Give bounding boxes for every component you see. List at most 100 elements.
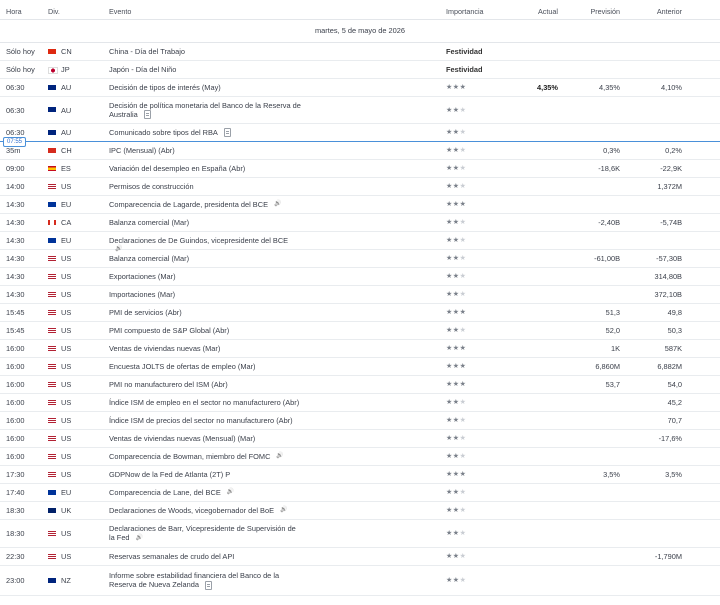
event-name[interactable]: PMI de servicios (Abr) <box>109 308 301 317</box>
header-div[interactable]: Div. <box>48 7 60 16</box>
event-name[interactable]: Decisión de política monetaria del Banco… <box>109 101 301 120</box>
header-hora[interactable]: Hora <box>6 7 22 16</box>
event-name[interactable]: Comparecencia de Bowman, miembro del FOM… <box>109 452 301 462</box>
table-row[interactable]: Sólo hoy JP Japón - Día del Niño Festividad <box>0 60 720 79</box>
previous-value: 4,10% <box>661 83 682 92</box>
table-row[interactable]: 16:00 US Ventas de viviendas nuevas (Mensu… <box>0 429 720 448</box>
event-name[interactable]: PMI no manufacturero del ISM (Abr) <box>109 380 301 389</box>
table-row[interactable]: Sólo hoy CN China - Día del Trabajo Festivi… <box>0 42 720 61</box>
event-name[interactable]: Balanza comercial (Mar) <box>109 218 301 227</box>
table-row[interactable]: 16:00 US Ventas de viviendas nuevas (Mar) ★… <box>0 339 720 358</box>
header-importancia[interactable]: Importancia <box>446 7 484 16</box>
table-row[interactable]: 23:00 NZ Informe sobre estabilidad financi… <box>0 565 720 596</box>
flag-eu-icon <box>48 489 56 495</box>
star-icon: ★ <box>459 84 467 91</box>
header-anterior[interactable]: Anterior <box>657 7 682 16</box>
table-row[interactable]: 14:00 US Permisos de construcción ★★★ 1,372M <box>0 177 720 196</box>
currency-code: US <box>61 290 72 299</box>
table-row[interactable]: 18:30 US Declaraciones de Barr, Vicepresid… <box>0 519 720 548</box>
previous-value: 0,2% <box>665 146 682 155</box>
importance-stars: ★★★ <box>446 380 466 388</box>
event-name[interactable]: Exportaciones (Mar) <box>109 272 301 281</box>
table-row[interactable]: 14:30 US Exportaciones (Mar) ★★★ 314,80B <box>0 267 720 286</box>
importance-stars: ★★★ <box>446 470 466 478</box>
table-row[interactable]: 14:30 US Balanza comercial (Mar) ★★★ -61,00B… <box>0 249 720 268</box>
event-time: 16:00 <box>6 398 25 407</box>
table-row[interactable]: 14:30 EU Comparecencia de Lagarde, preside… <box>0 195 720 214</box>
currency-code: US <box>61 344 72 353</box>
event-name[interactable]: Japón - Día del Niño <box>109 65 301 74</box>
event-label: Índice ISM de empleo en el sector no man… <box>109 397 300 407</box>
event-time: 16:00 <box>6 362 25 371</box>
table-row[interactable]: 16:00 US PMI no manufacturero del ISM (Abr… <box>0 375 720 394</box>
table-row[interactable]: 18:30 UK Declaraciones de Woods, vicegober… <box>0 501 720 520</box>
event-name[interactable]: PMI compuesto de S&P Global (Abr) <box>109 326 301 335</box>
event-name[interactable]: Declaraciones de Barr, Vicepresidente de… <box>109 524 301 543</box>
table-row[interactable]: 17:30 US GDPNow de la Fed de Atlanta (2T) … <box>0 465 720 484</box>
star-icon: ★ <box>446 165 453 172</box>
star-icon: ★ <box>459 165 467 172</box>
event-label: Balanza comercial (Mar) <box>109 217 190 227</box>
event-name[interactable]: Decisión de tipos de interés (May) <box>109 83 301 92</box>
currency-code: EU <box>61 200 72 209</box>
star-icon: ★ <box>446 471 453 478</box>
event-name[interactable]: Informe sobre estabilidad financiera del… <box>109 571 301 590</box>
importance-stars: ★★★ <box>446 529 466 537</box>
table-row[interactable]: 22:30 US Reservas semanales de crudo del A… <box>0 547 720 566</box>
flag-us-icon <box>48 255 56 261</box>
table-row[interactable]: 16:00 US Comparecencia de Bowman, miembro … <box>0 447 720 466</box>
event-name[interactable]: Encuesta JOLTS de ofertas de empleo (Mar… <box>109 362 301 371</box>
table-row[interactable]: 14:30 CA Balanza comercial (Mar) ★★★ -2,40B -… <box>0 213 720 232</box>
flag-us-icon <box>48 381 56 387</box>
event-time: 16:00 <box>6 452 25 461</box>
event-name[interactable]: Comparecencia de Lagarde, presidenta del… <box>109 200 301 210</box>
table-row[interactable]: 06:30 AU Comunicado sobre tipos del RBA ★★★… <box>0 123 720 147</box>
previous-value: -5,74B <box>660 218 682 227</box>
table-row[interactable]: 16:00 US Índice ISM de precios del sector … <box>0 411 720 430</box>
table-row[interactable]: 16:00 US Encuesta JOLTS de ofertas de empl… <box>0 357 720 376</box>
event-label: Decisión de tipos de interés (May) <box>109 82 221 92</box>
event-name[interactable]: Comunicado sobre tipos del RBA <box>109 128 301 138</box>
table-row[interactable]: 06:30 AU Decisión de tipos de interés (May… <box>0 78 720 97</box>
header-evento[interactable]: Evento <box>109 7 131 16</box>
event-name[interactable]: Importaciones (Mar) <box>109 290 301 299</box>
table-row[interactable]: 09:00 ES Variación del desempleo en España… <box>0 159 720 178</box>
event-name[interactable]: China - Día del Trabajo <box>109 47 301 56</box>
event-name[interactable]: Variación del desempleo en España (Abr) <box>109 164 301 173</box>
event-name[interactable]: IPC (Mensual) (Abr) <box>109 146 301 155</box>
table-row[interactable]: 35m CH IPC (Mensual) (Abr) ★★★ 0,3% 0,2% <box>0 141 720 160</box>
event-label: Encuesta JOLTS de ofertas de empleo (Mar… <box>109 361 256 371</box>
previous-value: 70,7 <box>667 416 682 425</box>
speaker-icon: 🔊 <box>135 534 144 541</box>
event-name[interactable]: Balanza comercial (Mar) <box>109 254 301 263</box>
table-row[interactable]: 15:45 US PMI de servicios (Abr) ★★★ 51,3 49,8 <box>0 303 720 322</box>
table-row[interactable]: 14:30 US Importaciones (Mar) ★★★ 372,10B <box>0 285 720 304</box>
event-name[interactable]: Declaraciones de Woods, vicegobernador d… <box>109 506 301 516</box>
importance-stars: ★★★ <box>446 182 466 190</box>
event-name[interactable]: Ventas de viviendas nuevas (Mensual) (Ma… <box>109 434 301 443</box>
event-name[interactable]: Reservas semanales de crudo del API <box>109 552 301 561</box>
event-time: Sólo hoy <box>6 47 35 56</box>
flag-us-icon <box>48 291 56 297</box>
event-label: Variación del desempleo en España (Abr) <box>109 163 246 173</box>
star-icon: ★ <box>459 219 467 226</box>
event-name[interactable]: GDPNow de la Fed de Atlanta (2T) P <box>109 470 301 479</box>
star-icon: ★ <box>452 165 460 172</box>
event-name[interactable]: Permisos de construcción <box>109 182 301 191</box>
event-label: Reservas semanales de crudo del API <box>109 551 235 561</box>
importance-stars: ★★★ <box>446 416 466 424</box>
event-name[interactable]: Índice ISM de precios del sector no manu… <box>109 416 301 425</box>
header-prevision[interactable]: Previsión <box>590 7 620 16</box>
star-icon: ★ <box>446 129 453 136</box>
table-row[interactable]: 14:30 EU Declaraciones de De Guindos, vice… <box>0 231 720 252</box>
event-name[interactable]: Comparecencia de Lane, del BCE 🔊 <box>109 488 301 498</box>
event-name[interactable]: Ventas de viviendas nuevas (Mar) <box>109 344 301 353</box>
event-name[interactable]: Índice ISM de empleo en el sector no man… <box>109 398 301 407</box>
star-icon: ★ <box>452 507 460 514</box>
table-row[interactable]: 06:30 AU Decisión de política monetaria de… <box>0 96 720 124</box>
table-row[interactable]: 15:45 US PMI compuesto de S&P Global (Abr)… <box>0 321 720 340</box>
star-icon: ★ <box>446 327 453 334</box>
table-row[interactable]: 16:00 US Índice ISM de empleo en el sector… <box>0 393 720 412</box>
header-actual[interactable]: Actual <box>538 7 558 16</box>
table-row[interactable]: 17:40 EU Comparecencia de Lane, del BCE 🔊 ★★… <box>0 483 720 502</box>
